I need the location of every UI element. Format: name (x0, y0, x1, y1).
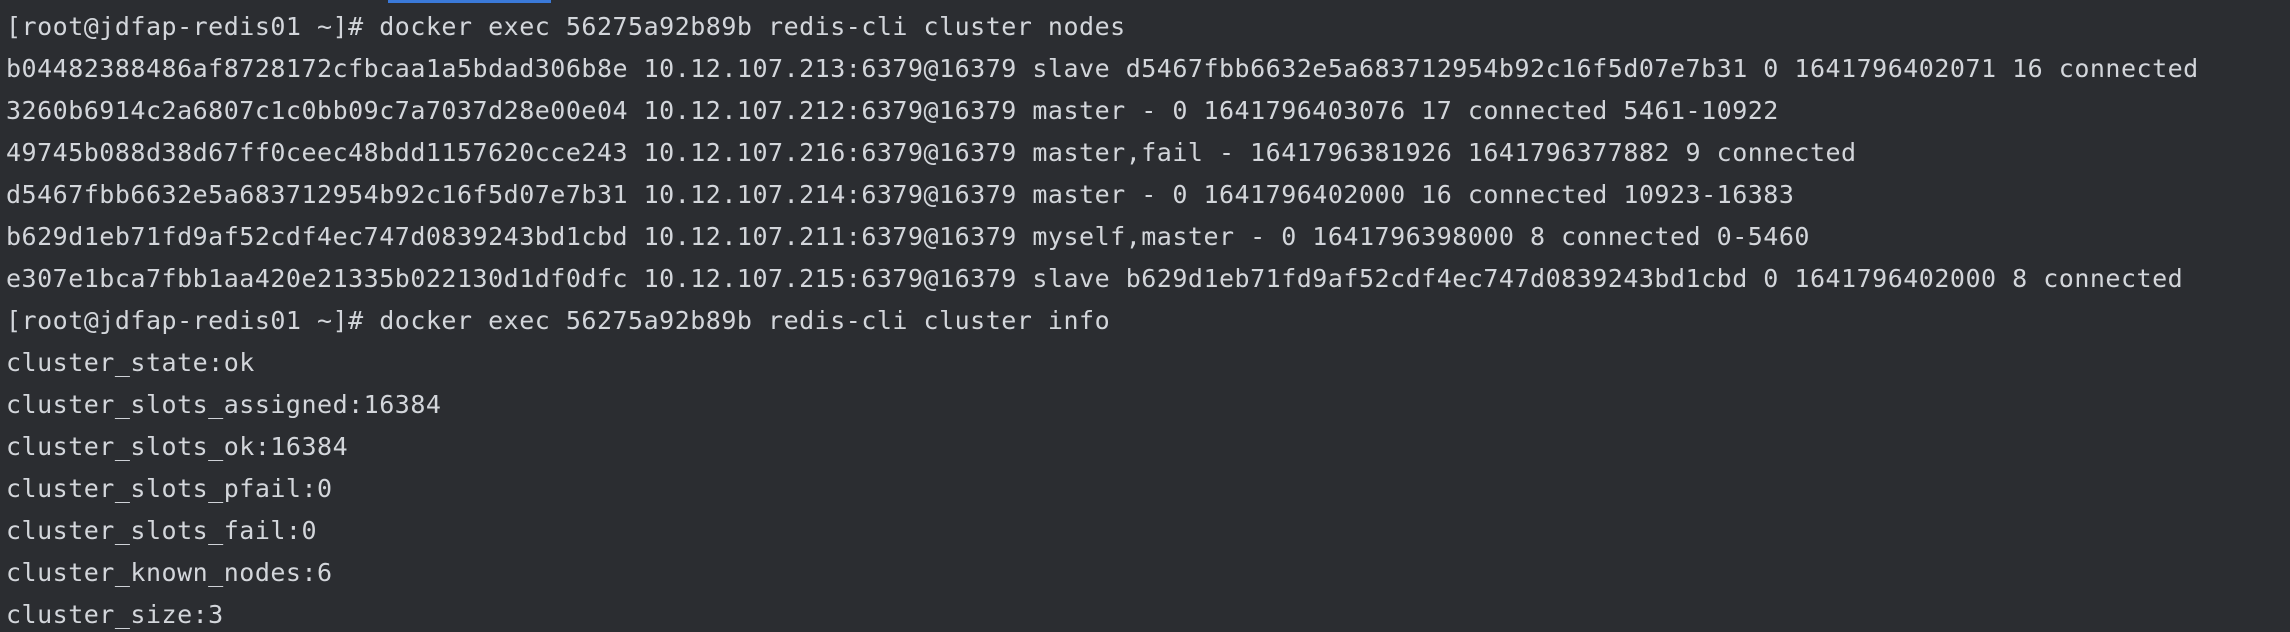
output-line-cluster-size: cluster_size:3 (6, 600, 224, 629)
output-line-slots-pfail: cluster_slots_pfail:0 (6, 474, 333, 503)
output-line-slots-ok: cluster_slots_ok:16384 (6, 432, 349, 461)
output-line-node-216: 49745b088d38d67ff0ceec48bdd1157620cce243… (6, 138, 1857, 167)
output-line-node-215: e307e1bca7fbb1aa420e21335b022130d1df0dfc… (6, 264, 2184, 293)
output-line-slots-fail: cluster_slots_fail:0 (6, 516, 318, 545)
output-line-cluster-state: cluster_state:ok (6, 348, 255, 377)
output-line-node-211: b629d1eb71fd9af52cdf4ec747d0839243bd1cbd… (6, 222, 1810, 251)
terminal-window[interactable]: [root@jdfap-redis01 ~]# docker exec 5627… (0, 0, 2290, 632)
output-line-node-214: d5467fbb6632e5a683712954b92c16f5d07e7b31… (6, 180, 1795, 209)
output-line-node-213: b04482388486af8728172cfbcaa1a5bdad306b8e… (6, 54, 2199, 83)
active-tab-indicator (388, 0, 551, 3)
output-line-node-212: 3260b6914c2a6807c1c0bb09c7a7037d28e00e04… (6, 96, 1779, 125)
prompt-line-cluster-info: [root@jdfap-redis01 ~]# docker exec 5627… (6, 306, 1111, 335)
output-line-slots-assigned: cluster_slots_assigned:16384 (6, 390, 442, 419)
output-line-known-nodes: cluster_known_nodes:6 (6, 558, 333, 587)
prompt-line-cluster-nodes: [root@jdfap-redis01 ~]# docker exec 5627… (6, 12, 1126, 41)
